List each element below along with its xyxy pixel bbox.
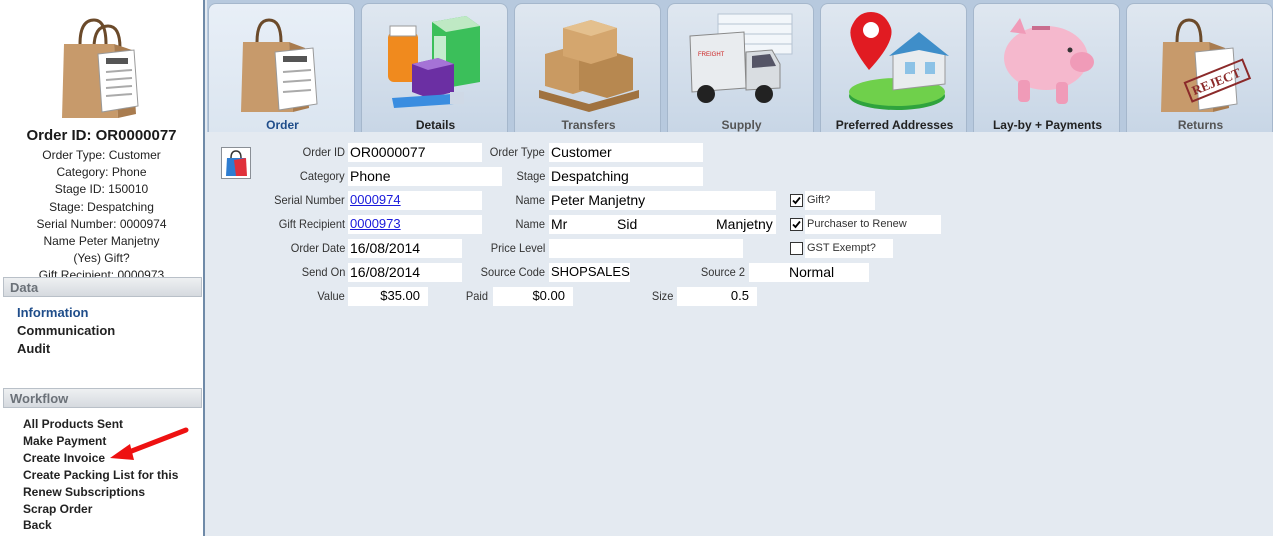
purchaser-renew-checkbox[interactable] (790, 218, 803, 231)
summary-line: (Yes) Gift? (73, 251, 130, 266)
data-item-information[interactable]: Information (17, 304, 115, 322)
summary-line: Category: Phone (56, 165, 147, 180)
summary-line: Order Type: Customer (42, 148, 161, 162)
order-form: Order ID OR0000077 Order Type Customer C… (207, 132, 1273, 536)
price-level-label: Price Level (490, 241, 545, 255)
summary-line: Name Peter Manjetny (43, 234, 160, 249)
workflow-scrap-order[interactable]: Scrap Order (23, 501, 178, 518)
serial-number-link[interactable]: 0000974 (348, 191, 482, 210)
piggy-bank-icon (1004, 18, 1094, 104)
stage-field[interactable]: Despatching (549, 167, 703, 186)
tab-transfers[interactable]: Transfers (514, 3, 661, 132)
tab-label: Preferred Addresses (835, 118, 954, 132)
summary-line: Serial Number: 0000974 (36, 216, 167, 231)
tab-label: Details (415, 118, 456, 132)
recipient-title[interactable]: Mr (551, 216, 567, 232)
tab-label: Order (266, 118, 299, 132)
svg-text:FREIGHT: FREIGHT (698, 52, 725, 58)
tab-label: Returns (1177, 118, 1224, 132)
serial-number-label: Serial Number (274, 193, 345, 207)
gst-exempt-checkbox[interactable] (790, 242, 803, 255)
order-date-field[interactable]: 16/08/2014 (348, 239, 462, 258)
data-item-communication[interactable]: Communication (17, 322, 115, 340)
tab-order[interactable]: Order (208, 3, 355, 132)
shopping-bag-icon (62, 18, 139, 118)
order-type-label: Order Type (489, 145, 545, 159)
gst-exempt-label: GST Exempt? (805, 239, 893, 258)
order-id-field[interactable]: OR0000077 (348, 143, 482, 162)
workflow-renew-subscriptions[interactable]: Renew Subscriptions (23, 484, 178, 501)
category-field[interactable]: Phone (348, 167, 502, 186)
gift-recipient-link[interactable]: 0000973 (348, 215, 482, 234)
name-field[interactable]: Peter Manjetny (549, 191, 776, 210)
send-on-label: Send On (301, 265, 345, 279)
data-item-audit[interactable]: Audit (17, 340, 115, 358)
products-icon (388, 16, 480, 108)
workflow-section-header[interactable]: Workflow (3, 388, 202, 408)
summary-line: Stage: Despatching (49, 199, 154, 214)
source-2-field[interactable]: Normal (749, 263, 869, 282)
source-2-label: Source 2 (700, 265, 745, 279)
gift-label: Gift? (805, 191, 875, 210)
purchaser-renew-label: Purchaser to Renew (805, 215, 941, 234)
paid-field[interactable]: $0.00 (493, 287, 573, 306)
value-label: Value (317, 289, 345, 303)
category-label: Category (300, 169, 345, 183)
stage-label: Stage (516, 169, 545, 183)
tab-returns[interactable]: REJECT Returns (1126, 3, 1273, 132)
size-label: Size (651, 289, 673, 303)
order-summary: Order ID: OR0000077 Order Type: Customer… (0, 0, 203, 277)
red-arrow-icon (110, 427, 189, 460)
tab-supply[interactable]: FREIGHT Supply (667, 3, 814, 132)
summary-line: Gift Recipient: 0000973 (38, 268, 165, 277)
recipient-name-label: Name (515, 217, 545, 231)
tab-preferred-addresses[interactable]: Preferred Addresses (820, 3, 967, 132)
summary-order-id: Order ID: OR0000077 (26, 127, 177, 144)
recipient-name-group: Mr Sid Manjetny (549, 215, 776, 234)
sidebar: Order ID: OR0000077 Order Type: Customer… (0, 0, 205, 536)
gift-recipient-label: Gift Recipient (278, 217, 345, 231)
order-id-label: Order ID (302, 145, 345, 159)
size-field[interactable]: 0.5 (677, 287, 757, 306)
source-code-field[interactable]: SHOPSALES (549, 263, 630, 282)
location-house-icon (849, 12, 949, 110)
truck-icon: FREIGHT (689, 13, 793, 103)
price-level-field[interactable] (549, 239, 743, 258)
tab-label: Supply (721, 118, 762, 132)
tab-bar: Order Details Transfers FREIGHT Supply P… (207, 0, 1273, 132)
data-section-header[interactable]: Data (3, 277, 202, 297)
gift-checkbox[interactable] (790, 194, 803, 207)
source-code-label: Source Code (480, 265, 545, 279)
tab-layby-payments[interactable]: Lay-by + Payments (973, 3, 1120, 132)
boxes-pallet-icon (539, 20, 639, 112)
workflow-create-packing-list[interactable]: Create Packing List for this (23, 467, 178, 484)
recipient-last-name[interactable]: Manjetny (716, 216, 773, 232)
data-menu: Information Communication Audit (17, 304, 115, 358)
order-type-field[interactable]: Customer (549, 143, 703, 162)
send-on-field[interactable]: 16/08/2014 (348, 263, 462, 282)
reject-bag-icon: REJECT (1161, 18, 1252, 112)
name-label: Name (515, 193, 545, 207)
recipient-first-name[interactable]: Sid (617, 216, 637, 232)
workflow-back[interactable]: Back (23, 517, 178, 534)
summary-lines: Order Type: Customer Category: Phone Sta… (0, 147, 203, 277)
tab-label: Transfers (561, 118, 616, 132)
summary-line: Stage ID: 150010 (54, 182, 149, 197)
tab-details[interactable]: Details (361, 3, 508, 132)
value-field[interactable]: $35.00 (348, 287, 428, 306)
paid-label: Paid (465, 289, 488, 303)
order-date-label: Order Date (290, 241, 345, 255)
shopping-bag-icon (241, 18, 318, 112)
tab-label: Lay-by + Payments (992, 118, 1103, 132)
shopping-bag-icon[interactable] (221, 147, 251, 179)
